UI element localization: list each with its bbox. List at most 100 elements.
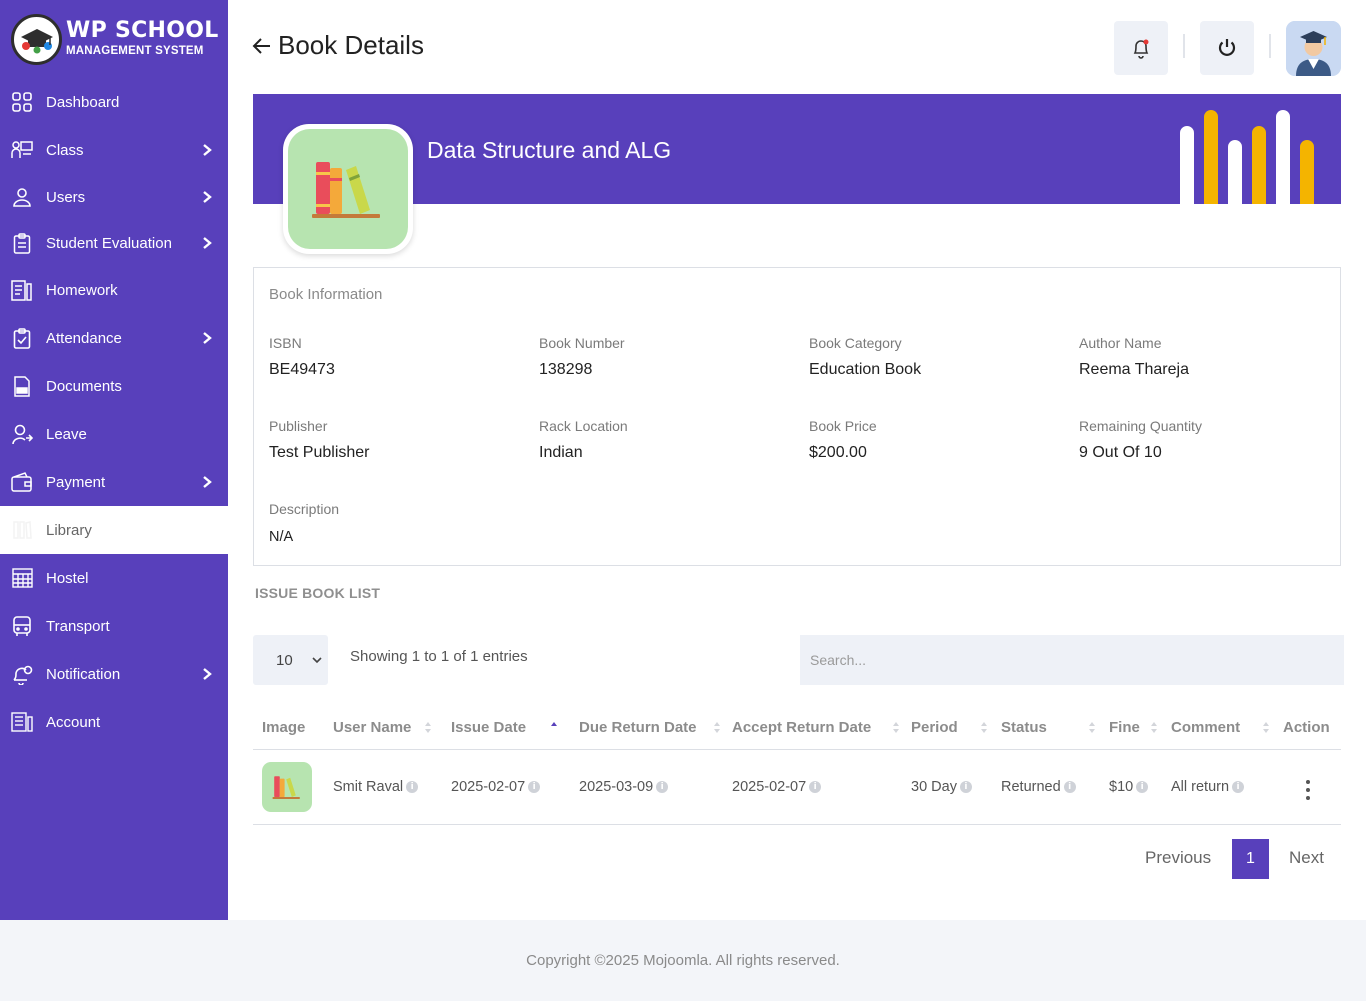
- sidebar-item-label: Homework: [46, 281, 118, 299]
- book-information-card: Book Information ISBN BE49473 Book Numbe…: [253, 267, 1341, 566]
- footer: Copyright ©2025 Mojoomla. All rights res…: [0, 920, 1366, 1001]
- arrow-left-icon: [252, 37, 270, 54]
- logo-title: WP SCHOOL: [66, 18, 219, 44]
- pagination-previous[interactable]: Previous: [1145, 848, 1211, 868]
- cell-accept-return-date: 2025-02-07 i: [723, 749, 902, 825]
- sidebar-item-library[interactable]: Library: [0, 506, 228, 554]
- graduate-avatar-icon: [1286, 21, 1341, 76]
- column-header-due-return-date[interactable]: Due Return Date: [570, 707, 723, 750]
- column-header-action: Action: [1274, 707, 1341, 750]
- field-label: Author Name: [1079, 335, 1162, 351]
- info-icon[interactable]: i: [959, 780, 972, 793]
- issue-book-list-title: ISSUE BOOK LIST: [255, 585, 381, 601]
- library-icon: [11, 519, 33, 541]
- accept-return-date: 2025-02-07: [732, 778, 807, 795]
- back-to-library[interactable]: Book Details: [252, 30, 424, 61]
- sidebar-item-label: Transport: [46, 617, 110, 635]
- sidebar-item-label: Payment: [46, 473, 106, 491]
- field-value: N/A: [269, 529, 294, 545]
- header-divider: [1183, 34, 1185, 58]
- field-value: Indian: [539, 444, 583, 461]
- sidebar-item-users[interactable]: Users: [0, 174, 228, 220]
- app-logo[interactable]: WP SCHOOL MANAGEMENT SYSTEM: [0, 0, 228, 78]
- column-header-issue-date[interactable]: Issue Date: [442, 707, 570, 750]
- logout-button[interactable]: [1200, 21, 1254, 75]
- info-icon[interactable]: i: [809, 780, 822, 793]
- dashboard-icon: [11, 91, 33, 113]
- cell-issue-date: 2025-02-07 i: [442, 749, 570, 825]
- sort-icon: [714, 722, 720, 733]
- sidebar-item-label: Users: [46, 188, 86, 206]
- sidebar-item-transport[interactable]: Transport: [0, 602, 228, 650]
- pagination-next[interactable]: Next: [1289, 848, 1324, 868]
- sidebar-item-leave[interactable]: Leave: [0, 410, 228, 458]
- column-header-comment[interactable]: Comment: [1162, 707, 1274, 750]
- sidebar-item-payment[interactable]: Payment: [0, 458, 228, 506]
- rack-location-field: Rack Location Indian: [539, 418, 799, 462]
- user-avatar[interactable]: [1286, 21, 1341, 76]
- sidebar-item-notification[interactable]: Notification: [0, 650, 228, 698]
- page-length-select[interactable]: 10: [253, 635, 328, 685]
- field-value: Education Book: [809, 361, 922, 378]
- sidebar-item-attendance[interactable]: Attendance: [0, 314, 228, 362]
- pagination-page-1[interactable]: 1: [1232, 839, 1269, 879]
- hostel-icon: [11, 567, 33, 589]
- field-label: Book Price: [809, 418, 877, 434]
- wallet-icon: [11, 471, 33, 493]
- info-icon[interactable]: i: [1136, 780, 1149, 793]
- bus-icon: [11, 615, 33, 637]
- sidebar-item-label: Leave: [46, 425, 87, 443]
- field-value: Reema Thareja: [1079, 361, 1189, 378]
- chevron-right-icon: [203, 237, 212, 249]
- bell-icon: [11, 663, 33, 685]
- info-icon[interactable]: i: [656, 780, 669, 793]
- sidebar-item-label: Notification: [46, 665, 121, 683]
- leave-icon: [11, 423, 33, 445]
- chevron-right-icon: [203, 668, 212, 680]
- issue-date: 2025-02-07: [451, 778, 526, 795]
- section-heading: Book Information: [269, 286, 383, 303]
- sidebar-item-class[interactable]: Class: [0, 126, 228, 174]
- sidebar-item-documents[interactable]: Documents: [0, 362, 228, 410]
- column-header-accept-return-date[interactable]: Accept Return Date: [723, 707, 902, 750]
- sidebar-item-hostel[interactable]: Hostel: [0, 554, 228, 602]
- column-label: Due Return Date: [579, 719, 697, 737]
- column-header-status[interactable]: Status: [992, 707, 1100, 750]
- notification-button[interactable]: [1114, 21, 1168, 75]
- chevron-right-icon: [203, 476, 212, 488]
- info-icon[interactable]: i: [1063, 780, 1076, 793]
- column-header-fine[interactable]: Fine: [1100, 707, 1162, 750]
- sort-icon: [1263, 722, 1269, 733]
- field-value: BE49473: [269, 361, 335, 378]
- sidebar-item-account[interactable]: Account: [0, 698, 228, 746]
- cell-due-return-date: 2025-03-09 i: [570, 749, 723, 825]
- search-input[interactable]: [800, 635, 1344, 685]
- info-icon[interactable]: i: [406, 780, 419, 793]
- sidebar-item-student-evaluation[interactable]: Student Evaluation: [0, 220, 228, 266]
- chevron-right-icon: [203, 332, 212, 344]
- more-options-icon[interactable]: [1300, 778, 1316, 802]
- sidebar-item-dashboard[interactable]: Dashboard: [0, 78, 228, 126]
- page-title: Book Details: [278, 30, 424, 60]
- copyright-text: Copyright ©2025 Mojoomla. All rights res…: [526, 952, 840, 969]
- column-header-period[interactable]: Period: [902, 707, 992, 750]
- book-category-field: Book Category Education Book: [809, 335, 1069, 379]
- field-value: $200.00: [809, 444, 867, 461]
- sidebar-item-label: Documents: [46, 377, 122, 395]
- info-icon[interactable]: i: [528, 780, 541, 793]
- book-thumbnail: [262, 761, 312, 812]
- info-icon[interactable]: i: [1232, 780, 1245, 793]
- books-icon: [312, 162, 380, 218]
- column-header-image: Image: [253, 707, 324, 750]
- sidebar-item-label: Attendance: [46, 329, 122, 347]
- cell-comment: All return i: [1162, 749, 1274, 825]
- field-value: 9 Out Of 10: [1079, 444, 1162, 461]
- cell-status: Returned i: [992, 749, 1100, 825]
- publisher-field: Publisher Test Publisher: [269, 418, 529, 462]
- cell-fine: $10 i: [1100, 749, 1162, 825]
- sort-ascending-icon: [551, 722, 557, 726]
- due-return-date: 2025-03-09: [579, 778, 654, 795]
- sidebar-item-homework[interactable]: Homework: [0, 266, 228, 314]
- column-header-user-name[interactable]: User Name: [324, 707, 442, 750]
- sidebar-item-label: Hostel: [46, 569, 89, 587]
